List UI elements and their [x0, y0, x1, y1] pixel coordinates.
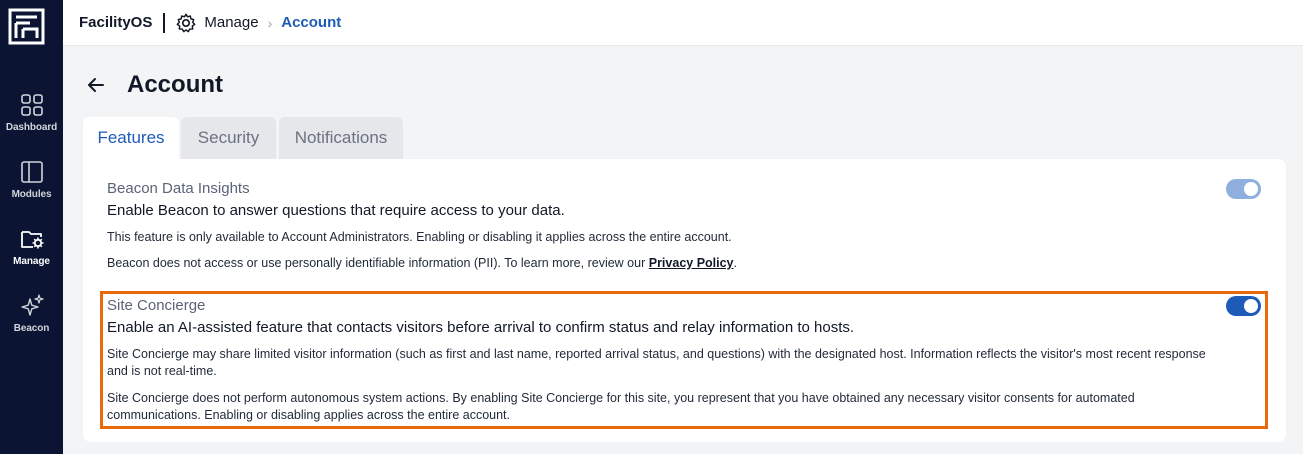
feature-title: Beacon Data Insights	[107, 180, 250, 197]
sparkles-icon	[20, 294, 44, 316]
top-bar: FacilityOS Manage › Account	[63, 0, 1303, 46]
sidebar-item-label: Beacon	[13, 323, 50, 334]
tab-features[interactable]: Features	[83, 117, 179, 159]
app-name[interactable]: FacilityOS	[79, 14, 152, 31]
feature-note-text: Beacon does not access or use personally…	[107, 256, 646, 270]
dashboard-grid-icon	[20, 94, 43, 116]
feature-description: Enable Beacon to answer questions that r…	[107, 202, 565, 219]
back-arrow-icon[interactable]	[86, 75, 106, 95]
gear-icon	[176, 13, 196, 32]
breadcrumb-manage[interactable]: Manage	[204, 14, 258, 31]
chevron-right-icon: ›	[267, 14, 273, 31]
sidebar-item-manage[interactable]: Manage	[0, 226, 63, 267]
tab-notifications[interactable]: Notifications	[279, 117, 403, 159]
highlight-box	[100, 291, 1268, 429]
page-title: Account	[127, 71, 223, 98]
sidebar: Dashboard Modules Manage Beacon	[0, 0, 63, 454]
sidebar-item-label: Modules	[11, 189, 52, 200]
modules-panel-icon	[20, 161, 43, 183]
tab-security[interactable]: Security	[181, 117, 276, 159]
divider	[163, 12, 166, 33]
beacon-data-insights-toggle[interactable]	[1226, 179, 1261, 199]
toggle-knob	[1244, 182, 1258, 196]
facilityos-logo-icon[interactable]	[8, 8, 45, 45]
sidebar-item-label: Manage	[13, 256, 50, 267]
sidebar-item-modules[interactable]: Modules	[0, 159, 63, 200]
sidebar-item-dashboard[interactable]: Dashboard	[0, 92, 63, 133]
feature-note: This feature is only available to Accoun…	[107, 230, 732, 244]
sidebar-item-label: Dashboard	[5, 122, 58, 133]
privacy-policy-link[interactable]: Privacy Policy	[649, 256, 734, 270]
feature-note: Beacon does not access or use personally…	[107, 255, 1217, 272]
breadcrumb-current: Account	[281, 14, 342, 31]
sidebar-item-beacon[interactable]: Beacon	[0, 293, 63, 334]
feature-note-suffix: .	[733, 256, 737, 270]
folder-gear-icon	[20, 231, 43, 249]
